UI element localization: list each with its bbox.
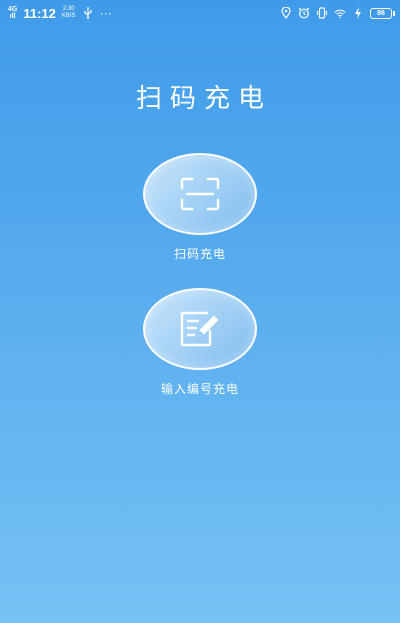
status-bar: 4G ıll 11:12 2.30 KB/S ··· 86	[0, 0, 400, 26]
network-speed-value: 2.30	[62, 6, 75, 12]
notification-dots: ···	[99, 6, 112, 20]
status-time: 11:12	[23, 5, 56, 21]
network-speed-unit: KB/S	[61, 13, 76, 19]
edit-note-icon	[180, 311, 219, 347]
input-charge-section: 输入编号充电	[0, 288, 400, 397]
scan-charge-button[interactable]	[143, 153, 257, 235]
signal-bars-icon: ıll	[9, 13, 16, 20]
battery-icon: 86	[370, 7, 395, 19]
page-title: 扫码充电	[135, 84, 272, 114]
network-speed: 2.30 KB/S	[62, 6, 76, 20]
scan-frame-icon	[180, 177, 220, 211]
network-indicator: 4G ıll	[8, 6, 17, 20]
network-type: 4G	[8, 6, 18, 13]
input-number-charge-label[interactable]: 输入编号充电	[161, 380, 239, 397]
battery-level: 86	[377, 9, 385, 17]
status-bar-left: 4G ıll 11:12 2.30 KB/S ···	[8, 6, 112, 21]
wifi-icon	[334, 7, 346, 19]
input-number-charge-button[interactable]	[143, 288, 257, 370]
alarm-icon	[298, 7, 310, 19]
scan-charge-section: 扫码充电	[0, 153, 400, 262]
status-bar-right: 86	[280, 7, 395, 19]
vibrate-icon	[316, 7, 328, 19]
location-icon	[280, 7, 292, 19]
usb-icon	[82, 7, 94, 19]
scan-charge-label[interactable]: 扫码充电	[174, 245, 226, 262]
charging-bolt-icon	[352, 7, 364, 19]
